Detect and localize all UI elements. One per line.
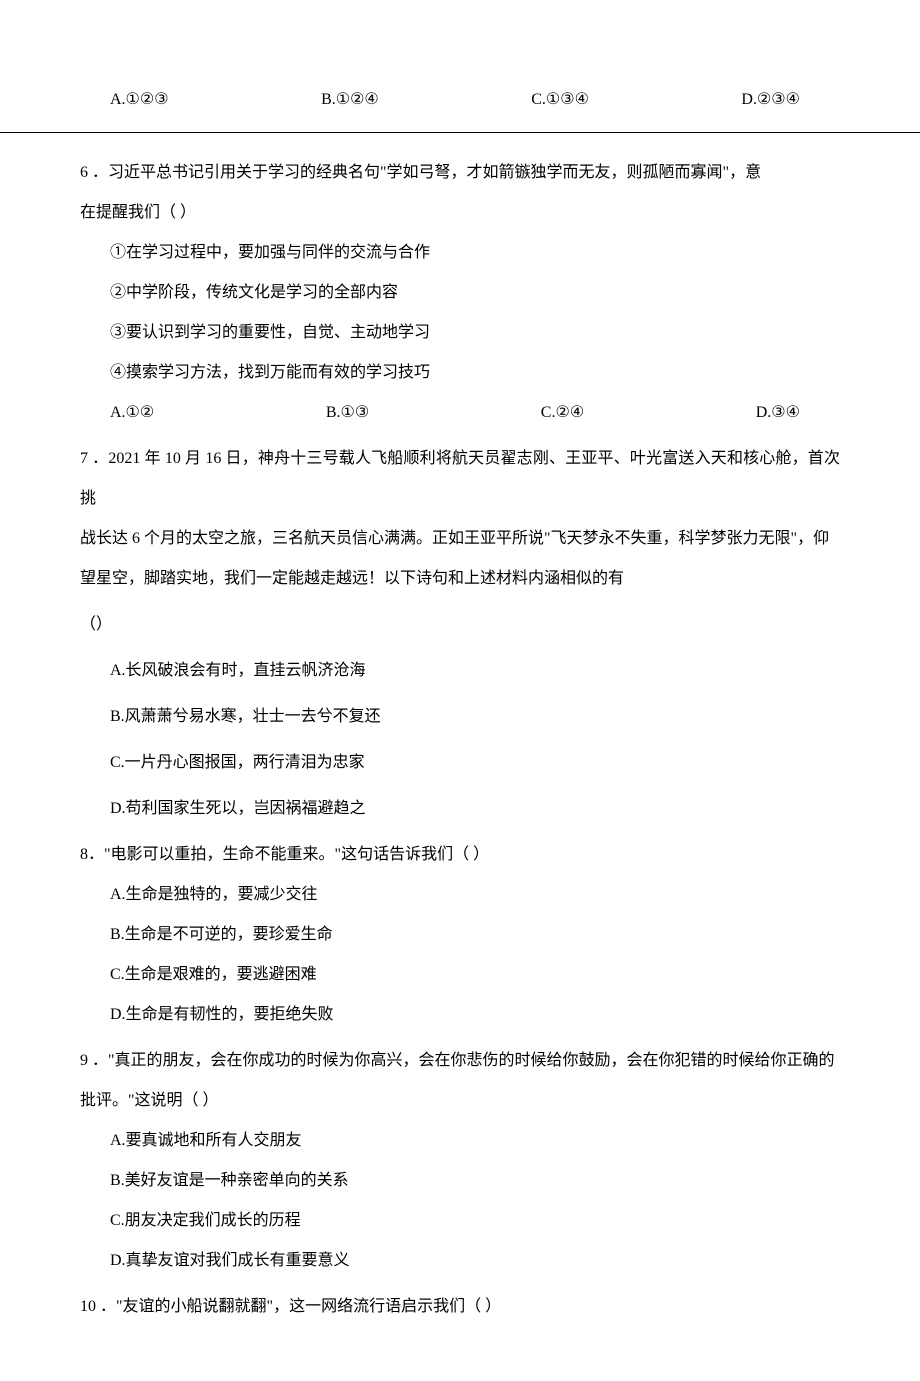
q8-option-d[interactable]: D.生命是有韧性的，要拒绝失败 [80, 995, 840, 1035]
q6-option-d[interactable]: D.③④ [756, 393, 800, 433]
q6-s1: ①在学习过程中，要加强与同伴的交流与合作 [80, 233, 840, 273]
q7-option-c[interactable]: C.一片丹心图报国，两行清泪为忠家 [80, 743, 840, 783]
q7-option-b[interactable]: B.风萧萧兮易水寒，壮士一去兮不复还 [80, 697, 840, 737]
q6-stem-line1: 6 ．习近平总书记引用关于学习的经典名句"学如弓弩，才如箭镞独学而无友，则孤陋而… [80, 164, 761, 181]
option-a[interactable]: A.①②③ [110, 80, 169, 120]
q6-s2: ②中学阶段，传统文化是学习的全部内容 [80, 273, 840, 313]
q6-s4: ④摸索学习方法，找到万能而有效的学习技巧 [80, 353, 840, 393]
q9-option-b[interactable]: B.美好友谊是一种亲密单向的关系 [80, 1161, 840, 1201]
q6-option-c[interactable]: C.②④ [541, 393, 584, 433]
top-options-row: A.①②③ B.①②④ C.①③④ D.②③④ [80, 80, 840, 120]
option-b[interactable]: B.①②④ [321, 80, 379, 120]
q8-option-a[interactable]: A.生命是独特的，要减少交往 [80, 875, 840, 915]
option-d[interactable]: D.②③④ [741, 80, 800, 120]
q7-stem-line1: 7 ．2021 年 10 月 16 日，神舟十三号载人飞船顺利将航天员翟志刚、王… [80, 439, 840, 519]
q9-option-a[interactable]: A.要真诚地和所有人交朋友 [80, 1121, 840, 1161]
q9-stem-line2: 批评。"这说明（ ） [80, 1081, 840, 1121]
q6-options-row: A.①② B.①③ C.②④ D.③④ [80, 393, 840, 433]
q7-option-a[interactable]: A.长风破浪会有时，直挂云帆济沧海 [80, 651, 840, 691]
q6-s3: ③要认识到学习的重要性，自觉、主动地学习 [80, 313, 840, 353]
q6-option-b[interactable]: B.①③ [326, 393, 369, 433]
q7-stem-line4: （） [80, 605, 840, 645]
q8-option-b[interactable]: B.生命是不可逆的，要珍爱生命 [80, 915, 840, 955]
q6-option-a[interactable]: A.①② [110, 393, 154, 433]
option-c[interactable]: C.①③④ [531, 80, 589, 120]
q7-option-d[interactable]: D.苟利国家生死以，岂因祸福避趋之 [80, 789, 840, 829]
q6-stem-line2: 在提醒我们（ ） [80, 193, 840, 233]
q10-stem: 10 ．"友谊的小船说翻就翻"，这一网络流行语启示我们（ ） [80, 1287, 840, 1327]
q8-stem: 8．"电影可以重拍，生命不能重来。"这句话告诉我们（ ） [80, 835, 840, 875]
q9-option-d[interactable]: D.真挚友谊对我们成长有重要意义 [80, 1241, 840, 1281]
q6-stem: 6 ．习近平总书记引用关于学习的经典名句"学如弓弩，才如箭镞独学而无友，则孤陋而… [80, 153, 840, 193]
q7-stem-line2: 战长达 6 个月的太空之旅，三名航天员信心满满。正如王亚平所说"飞天梦永不失重，… [80, 519, 840, 559]
q8-option-c[interactable]: C.生命是艰难的，要逃避困难 [80, 955, 840, 995]
q9-option-c[interactable]: C.朋友决定我们成长的历程 [80, 1201, 840, 1241]
q7-stem-line3: 望星空，脚踏实地，我们一定能越走越远！以下诗句和上述材料内涵相似的有 [80, 559, 840, 599]
divider-line [0, 132, 920, 133]
q9-stem-line1: 9 ．"真正的朋友，会在你成功的时候为你高兴，会在你悲伤的时候给你鼓励，会在你犯… [80, 1041, 840, 1081]
